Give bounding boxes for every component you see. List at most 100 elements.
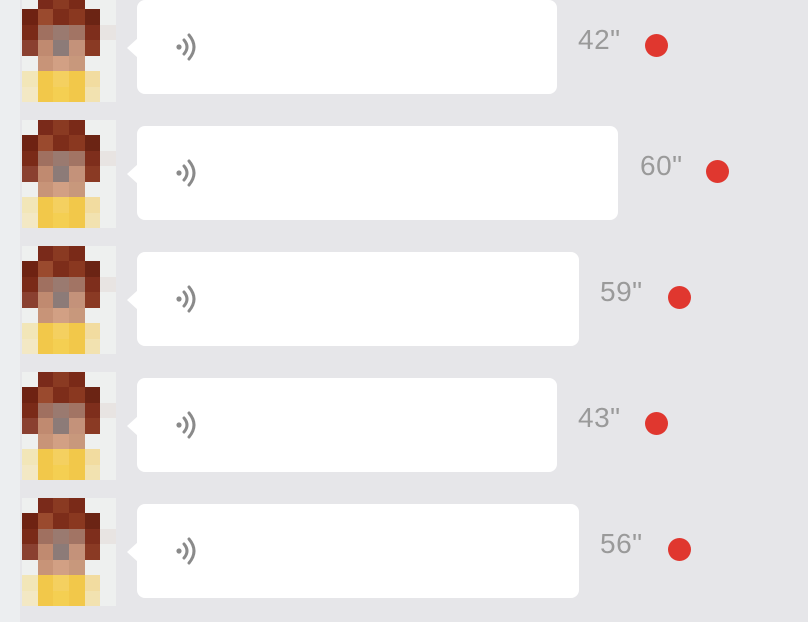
voice-bubble[interactable] [127,0,557,94]
avatar[interactable] [22,372,116,480]
voice-bubble[interactable] [127,126,618,220]
avatar-pixel [84,71,101,87]
voice-bubble[interactable] [127,378,557,472]
avatar-pixel [84,307,101,324]
avatar-pixel [37,575,54,591]
avatar-pixel [69,590,85,606]
voice-duration: 43" [578,402,621,433]
avatar-pixel [53,9,69,25]
unread-dot [706,160,729,183]
avatar-pixel [53,120,69,136]
voice-message: 42" [0,0,808,102]
avatar-pixel [100,402,116,419]
avatar-pixel [22,513,38,529]
avatar-pixel [69,135,85,151]
avatar-pixel [53,166,69,182]
avatar-pixel [69,338,85,354]
avatar-pixel [53,323,69,339]
avatar-pixel [37,292,54,308]
avatar-pixel [69,40,85,56]
avatar-pixel [69,24,85,41]
avatar-pixel [100,246,116,262]
avatar-pixel [53,418,69,434]
avatar-pixel [100,24,116,41]
avatar-pixel [37,86,54,102]
avatar-pixel [22,464,38,480]
avatar-pixel [69,513,85,529]
avatar-pixel [53,292,69,308]
voice-duration: 59" [600,276,643,307]
avatar-pixel [69,150,85,167]
avatar-pixel [22,544,38,560]
avatar[interactable] [22,246,116,354]
avatar-pixel [100,212,116,228]
avatar-pixel [69,464,85,480]
avatar-pixel [69,212,85,228]
avatar-pixel [84,433,101,450]
avatar[interactable] [22,498,116,606]
avatar-pixel [100,498,116,514]
avatar-pixel [37,498,54,514]
avatar-pixel [100,181,116,198]
avatar-pixel [37,528,54,545]
avatar-pixel [69,575,85,591]
voice-bubble[interactable] [127,504,579,598]
avatar-pixel [84,181,101,198]
avatar-pixel [22,166,38,182]
avatar-pixel [37,307,54,324]
avatar-pixel [53,181,69,198]
avatar-pixel [53,197,69,213]
avatar-pixel [53,40,69,56]
unread-dot [668,286,691,309]
avatar-pixel [22,323,38,339]
avatar-pixel [100,135,116,151]
avatar[interactable] [22,120,116,228]
avatar-pixel [100,433,116,450]
avatar-pixel [37,276,54,293]
avatar-pixel [53,55,69,72]
avatar-pixel [22,181,38,198]
voice-wave-icon [176,33,196,61]
avatar-pixel [53,513,69,529]
avatar-pixel [100,528,116,545]
voice-message: 60" [0,120,808,228]
avatar-pixel [53,150,69,167]
avatar[interactable] [22,0,116,102]
avatar-pixel [37,55,54,72]
avatar-pixel [69,387,85,403]
avatar-pixel [84,575,101,591]
avatar-pixel [69,323,85,339]
voice-bubble[interactable] [127,252,579,346]
avatar-pixel [84,212,101,228]
voice-duration: 60" [640,150,683,181]
avatar-pixel [22,559,38,576]
avatar-pixel [84,246,101,262]
avatar-pixel [84,55,101,72]
avatar-pixel [100,0,116,10]
avatar-pixel [84,449,101,465]
avatar-pixel [69,307,85,324]
avatar-pixel [22,0,38,10]
avatar-pixel [53,544,69,560]
avatar-pixel [100,120,116,136]
avatar-pixel [100,261,116,277]
avatar-pixel [53,433,69,450]
avatar-pixel [37,323,54,339]
voice-wave-icon [176,411,196,439]
avatar-pixel [37,9,54,25]
avatar-pixel [69,544,85,560]
avatar-pixel [22,418,38,434]
avatar-pixel [84,197,101,213]
avatar-pixel [84,498,101,514]
avatar-pixel [53,464,69,480]
avatar-pixel [37,559,54,576]
avatar-pixel [53,71,69,87]
avatar-pixel [22,246,38,262]
avatar-pixel [22,402,38,419]
avatar-pixel [53,0,69,10]
avatar-pixel [37,120,54,136]
avatar-pixel [37,544,54,560]
avatar-pixel [100,276,116,293]
voice-message: 43" [0,372,808,480]
avatar-pixel [69,276,85,293]
